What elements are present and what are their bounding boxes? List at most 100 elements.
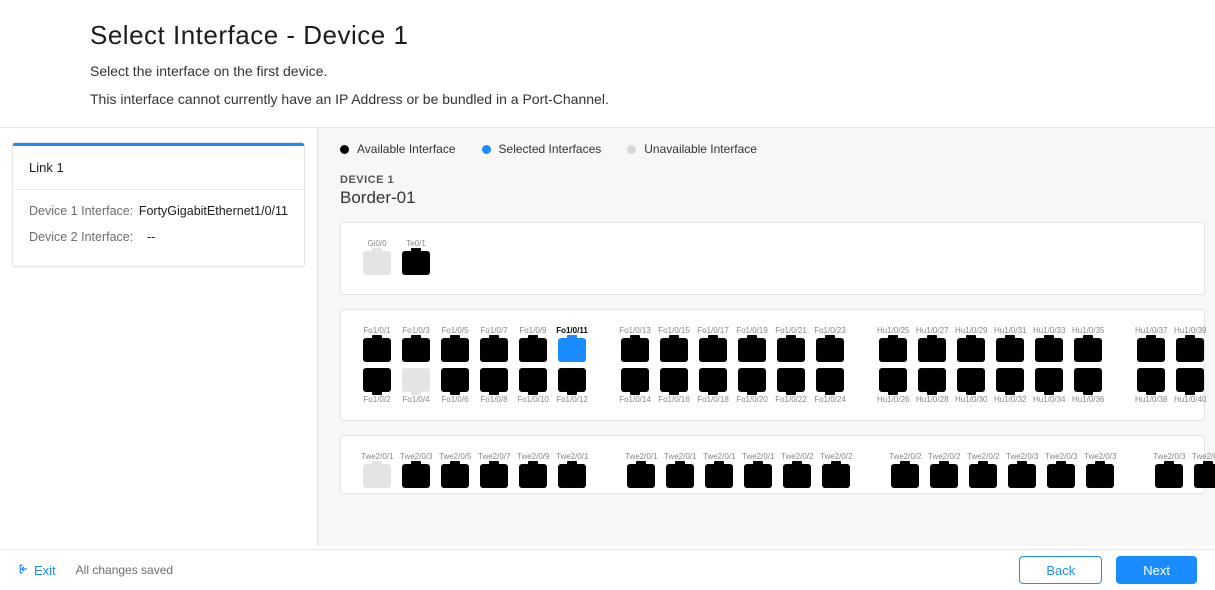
- port-label: Fo1/0/11: [556, 326, 588, 335]
- port-fo1-0-16[interactable]: Fo1/0/16: [658, 365, 690, 404]
- port-fo1-0-21[interactable]: Fo1/0/21: [775, 326, 807, 365]
- port-twe2-0-3[interactable]: Twe2/0/3: [400, 452, 432, 491]
- port-icon: [705, 464, 733, 488]
- port-icon: [699, 368, 727, 392]
- port-fo1-0-24[interactable]: Fo1/0/24: [814, 365, 846, 404]
- exit-icon: [18, 563, 30, 578]
- port-group: Fo1/0/14 Fo1/0/16 Fo1/0/18Fo1/0/20Fo1/0/22…: [619, 365, 846, 404]
- port-twe2-0-13[interactable]: Twe2/0/13: [625, 452, 657, 491]
- port-hu1-0-40[interactable]: Hu1/0/40: [1174, 365, 1206, 404]
- back-button[interactable]: Back: [1019, 556, 1102, 584]
- port-icon: [969, 464, 997, 488]
- port-label: Hu1/0/29: [955, 326, 987, 335]
- port-hu1-0-37[interactable]: Hu1/0/37: [1135, 326, 1167, 365]
- port-fo1-0-11[interactable]: Fo1/0/11: [556, 326, 588, 365]
- port-hu1-0-33[interactable]: Hu1/0/33: [1033, 326, 1065, 365]
- port-fo1-0-23[interactable]: Fo1/0/23: [814, 326, 846, 365]
- port-fo1-0-20[interactable]: Fo1/0/20: [736, 365, 768, 404]
- port-hu1-0-26[interactable]: Hu1/0/26: [877, 365, 909, 404]
- port-fo1-0-15[interactable]: Fo1/0/15: [658, 326, 690, 365]
- port-fo1-0-9[interactable]: Fo1/0/9: [517, 326, 549, 365]
- port-fo1-0-22[interactable]: Fo1/0/22: [775, 365, 807, 404]
- port-fo1-0-1[interactable]: Fo1/0/1: [361, 326, 393, 365]
- port-twe2-0-39[interactable]: Twe2/0/39: [1192, 452, 1215, 491]
- port-icon: [1137, 338, 1165, 362]
- port-label: Twe2/0/29: [967, 452, 999, 461]
- next-button[interactable]: Next: [1116, 556, 1197, 584]
- port-twe2-0-35[interactable]: Twe2/0/35: [1084, 452, 1116, 491]
- page-subtitle: Select the interface on the first device…: [90, 63, 1215, 79]
- port-hu1-0-38[interactable]: Hu1/0/38: [1135, 365, 1167, 404]
- port-label: Fo1/0/16: [658, 395, 690, 404]
- port-icon: [744, 464, 772, 488]
- port-twe2-0-9[interactable]: Twe2/0/9: [517, 452, 549, 491]
- port-twe2-0-27[interactable]: Twe2/0/27: [928, 452, 960, 491]
- port-icon: [738, 368, 766, 392]
- exit-button[interactable]: Exit: [18, 563, 56, 578]
- port-twe2-0-37[interactable]: Twe2/0/37: [1153, 452, 1185, 491]
- port-label: Twe2/0/19: [742, 452, 774, 461]
- port-twe2-0-15[interactable]: Twe2/0/15: [664, 452, 696, 491]
- port-hu1-0-36[interactable]: Hu1/0/36: [1072, 365, 1104, 404]
- port-twe2-0-7[interactable]: Twe2/0/7: [478, 452, 510, 491]
- port-hu1-0-34[interactable]: Hu1/0/34: [1033, 365, 1065, 404]
- port-hu1-0-29[interactable]: Hu1/0/29: [955, 326, 987, 365]
- port-row: Gi0/0Te0/1: [361, 239, 1184, 278]
- port-hu1-0-31[interactable]: Hu1/0/31: [994, 326, 1026, 365]
- port-twe2-0-19[interactable]: Twe2/0/19: [742, 452, 774, 491]
- port-fo1-0-12[interactable]: Fo1/0/12: [556, 365, 588, 404]
- port-label: Twe2/0/9: [517, 452, 549, 461]
- dot-icon: [340, 145, 349, 154]
- port-fo1-0-17[interactable]: Fo1/0/17: [697, 326, 729, 365]
- port-fo1-0-8[interactable]: Fo1/0/8: [478, 365, 510, 404]
- port-twe2-0-33[interactable]: Twe2/0/33: [1045, 452, 1077, 491]
- port-twe2-0-11[interactable]: Twe2/0/11: [556, 452, 588, 491]
- port-icon: [1137, 368, 1165, 392]
- port-hu1-0-39[interactable]: Hu1/0/39: [1174, 326, 1206, 365]
- port-twe2-0-31[interactable]: Twe2/0/31: [1006, 452, 1038, 491]
- port-panel-2: Fo1/0/1Fo1/0/3Fo1/0/5Fo1/0/7Fo1/0/9Fo1/0…: [340, 309, 1205, 421]
- port-hu1-0-30[interactable]: Hu1/0/30: [955, 365, 987, 404]
- port-fo1-0-5[interactable]: Fo1/0/5: [439, 326, 471, 365]
- legend-available: Available Interface: [340, 142, 456, 156]
- port-label: Hu1/0/33: [1033, 326, 1065, 335]
- port-te0-1[interactable]: Te0/1: [400, 239, 432, 278]
- port-twe2-0-29[interactable]: Twe2/0/29: [967, 452, 999, 491]
- port-group: Fo1/0/2Fo1/0/4Fo1/0/6Fo1/0/8Fo1/0/10Fo1/…: [361, 365, 588, 404]
- link-card: Link 1 Device 1 Interface: FortyGigabitE…: [12, 142, 305, 267]
- port-fo1-0-14[interactable]: Fo1/0/14: [619, 365, 651, 404]
- port-fo1-0-3[interactable]: Fo1/0/3: [400, 326, 432, 365]
- port-fo1-0-2[interactable]: Fo1/0/2: [361, 365, 393, 404]
- port-fo1-0-13[interactable]: Fo1/0/13: [619, 326, 651, 365]
- port-twe2-0-25[interactable]: Twe2/0/25: [889, 452, 921, 491]
- port-fo1-0-19[interactable]: Fo1/0/19: [736, 326, 768, 365]
- port-label: Twe2/0/27: [928, 452, 960, 461]
- port-label: Twe2/0/33: [1045, 452, 1077, 461]
- port-label: Twe2/0/23: [820, 452, 852, 461]
- port-icon: [480, 338, 508, 362]
- port-icon: [519, 338, 547, 362]
- port-hu1-0-27[interactable]: Hu1/0/27: [916, 326, 948, 365]
- port-twe2-0-23[interactable]: Twe2/0/23: [820, 452, 852, 491]
- footer: Exit All changes saved Back Next: [0, 549, 1215, 590]
- legend-label: Selected Interfaces: [499, 142, 602, 156]
- port-fo1-0-10[interactable]: Fo1/0/10: [517, 365, 549, 404]
- port-icon: [816, 368, 844, 392]
- port-icon: [402, 338, 430, 362]
- port-icon: [1074, 338, 1102, 362]
- port-icon: [363, 464, 391, 488]
- port-fo1-0-18[interactable]: Fo1/0/18: [697, 365, 729, 404]
- port-hu1-0-35[interactable]: Hu1/0/35: [1072, 326, 1104, 365]
- port-fo1-0-6[interactable]: Fo1/0/6: [439, 365, 471, 404]
- port-twe2-0-1: Twe2/0/1: [361, 452, 393, 491]
- port-twe2-0-21[interactable]: Twe2/0/21: [781, 452, 813, 491]
- port-hu1-0-32[interactable]: Hu1/0/32: [994, 365, 1026, 404]
- port-fo1-0-7[interactable]: Fo1/0/7: [478, 326, 510, 365]
- port-hu1-0-25[interactable]: Hu1/0/25: [877, 326, 909, 365]
- port-twe2-0-17[interactable]: Twe2/0/17: [703, 452, 735, 491]
- port-icon: [1194, 464, 1215, 488]
- port-hu1-0-28[interactable]: Hu1/0/28: [916, 365, 948, 404]
- port-label: Hu1/0/36: [1072, 395, 1104, 404]
- port-twe2-0-5[interactable]: Twe2/0/5: [439, 452, 471, 491]
- port-icon: [1008, 464, 1036, 488]
